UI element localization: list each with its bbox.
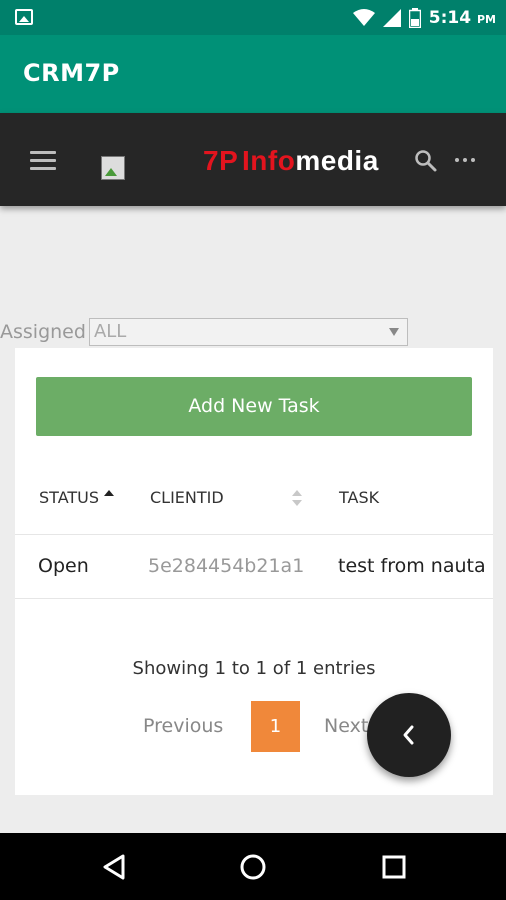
chevron-down-icon bbox=[388, 328, 399, 336]
brand-info: Info bbox=[242, 145, 296, 176]
column-header-task[interactable]: TASK bbox=[339, 488, 379, 507]
app-bar: CRM7P bbox=[0, 35, 506, 113]
status-icons: 5:14 PM bbox=[352, 6, 496, 30]
table-info: Showing 1 to 1 of 1 entries bbox=[132, 658, 376, 679]
web-navbar: 7P Infomedia bbox=[0, 113, 506, 206]
back-fab[interactable] bbox=[367, 693, 451, 777]
status-time: 5:14 PM bbox=[428, 8, 496, 28]
hamburger-menu-icon[interactable] bbox=[30, 151, 56, 171]
assigned-selected-value: ALL bbox=[93, 321, 127, 342]
battery-icon bbox=[408, 8, 421, 28]
header-divider bbox=[15, 534, 493, 535]
add-new-task-button[interactable]: Add New Task bbox=[36, 377, 472, 436]
sort-icon bbox=[292, 490, 302, 506]
recents-icon[interactable] bbox=[381, 853, 407, 881]
search-icon[interactable] bbox=[414, 149, 438, 173]
assigned-select[interactable]: ALL bbox=[88, 318, 408, 346]
pagination-next[interactable]: Next bbox=[324, 715, 368, 737]
cell-task: test from nauta bbox=[338, 555, 486, 577]
row-divider bbox=[15, 598, 493, 599]
brand-7p: 7P bbox=[203, 145, 238, 176]
column-header-clientid[interactable]: CLIENTID bbox=[150, 488, 224, 507]
home-icon[interactable] bbox=[239, 853, 267, 881]
wifi-icon bbox=[352, 9, 375, 26]
back-icon[interactable] bbox=[101, 853, 127, 881]
assigned-filter: Assigned ALL bbox=[0, 318, 408, 346]
sort-ascending-icon bbox=[104, 490, 114, 496]
chevron-left-icon bbox=[403, 725, 414, 745]
brand-media: media bbox=[295, 145, 379, 176]
system-navigation-bar bbox=[0, 833, 506, 900]
more-horizontal-icon[interactable] bbox=[455, 158, 475, 162]
cell-clientid: 5e284454b21a1 bbox=[148, 555, 305, 577]
status-bar: 5:14 PM bbox=[0, 0, 506, 35]
brand-logo[interactable]: 7P Infomedia bbox=[203, 145, 379, 177]
signal-icon bbox=[382, 9, 401, 27]
image-notification-icon bbox=[15, 9, 33, 25]
cell-status: Open bbox=[38, 555, 89, 577]
column-header-status[interactable]: STATUS bbox=[39, 488, 99, 507]
app-title: CRM7P bbox=[23, 59, 120, 87]
pagination-page-1[interactable]: 1 bbox=[251, 701, 300, 752]
assigned-label: Assigned bbox=[0, 321, 86, 343]
pagination-previous[interactable]: Previous bbox=[143, 715, 223, 737]
broken-image-icon bbox=[101, 156, 125, 180]
